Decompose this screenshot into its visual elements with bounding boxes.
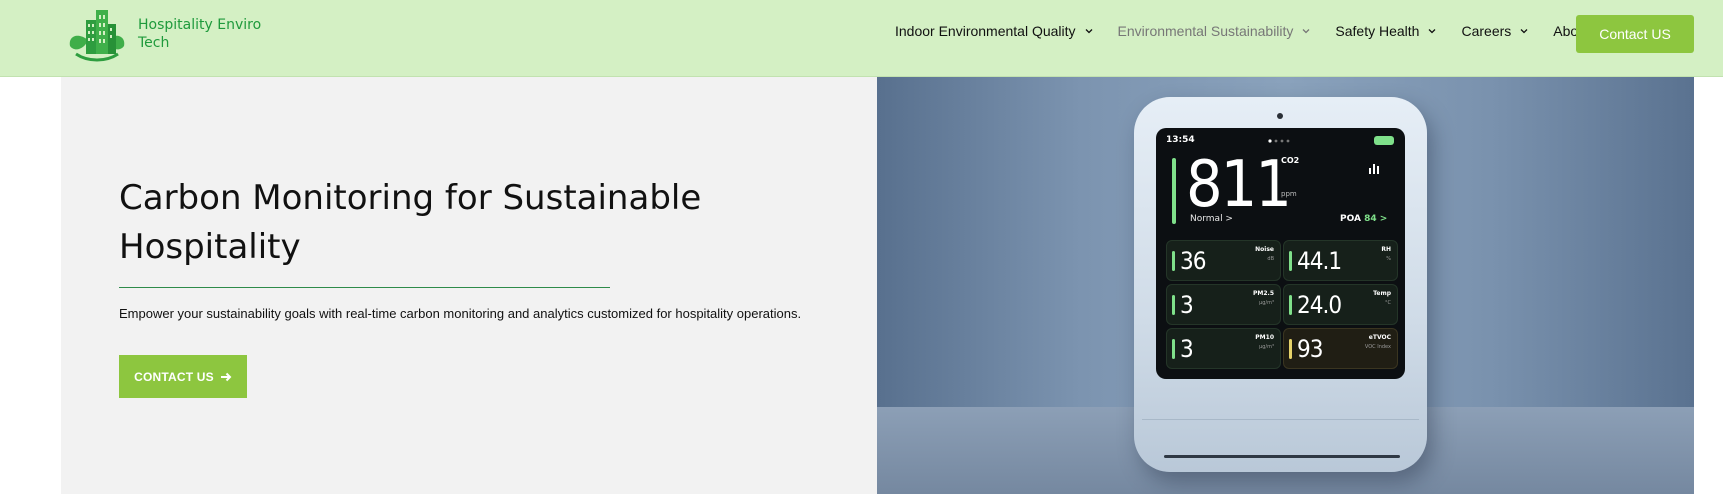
tile-value: 24.0 <box>1297 291 1342 319</box>
tile-unit: µg/m³ <box>1259 300 1274 306</box>
chevron-down-icon <box>1302 29 1310 34</box>
bar-chart-icon <box>1369 164 1379 174</box>
tile-value: 3 <box>1180 335 1194 363</box>
tile-bar <box>1289 339 1292 359</box>
arrow-right-icon <box>220 372 232 381</box>
nav-item-label: Careers <box>1461 23 1512 39</box>
nav-item-indoor-environmental-quality[interactable]: Indoor Environmental Quality <box>895 23 1094 39</box>
nav-item-safety-health[interactable]: Safety Health <box>1335 23 1437 39</box>
site-header: Hospitality Enviro Tech Indoor Environme… <box>0 0 1723 77</box>
main-nav: Indoor Environmental Quality Environment… <box>895 21 1611 41</box>
device-screen: 13:54 811 CO2 ppm Normal > POA 84 > 36 N… <box>1156 128 1405 379</box>
device-vent-slot <box>1164 455 1400 458</box>
poa-label: POA <box>1340 214 1361 224</box>
tile-etvoc: 93 eTVOC VOC Index <box>1283 328 1398 369</box>
hero-description: Empower your sustainability goals with r… <box>119 306 802 321</box>
brand-name-line1: Hospitality Enviro <box>138 17 262 33</box>
tile-label: RH <box>1381 246 1391 253</box>
co2-level-bar <box>1172 158 1176 224</box>
tile-unit: VOC Index <box>1364 344 1391 350</box>
co2-label: CO2 <box>1281 156 1300 165</box>
brand-name-line2: Tech <box>138 35 170 51</box>
tile-bar <box>1289 251 1292 271</box>
tile-label: Temp <box>1373 290 1391 297</box>
tile-value: 3 <box>1180 291 1194 319</box>
air-quality-device: 13:54 811 CO2 ppm Normal > POA 84 > 36 N… <box>1134 97 1427 472</box>
nav-item-environmental-sustainability[interactable]: Environmental Sustainability <box>1118 23 1312 39</box>
tile-bar <box>1289 295 1292 315</box>
tile-value: 93 <box>1297 335 1323 363</box>
nav-item-careers[interactable]: Careers <box>1461 23 1529 39</box>
contact-us-button[interactable]: Contact US <box>1576 15 1694 53</box>
tile-bar <box>1172 251 1175 271</box>
tile-label: eTVOC <box>1368 334 1391 341</box>
building-leaves-logo-icon <box>69 10 125 62</box>
brand-logo[interactable]: Hospitality Enviro Tech <box>66 6 266 62</box>
hero-divider <box>119 287 610 288</box>
chevron-down-icon <box>1429 29 1436 34</box>
tile-label: PM2.5 <box>1253 290 1274 297</box>
tile-bar <box>1172 295 1175 315</box>
device-camera <box>1277 113 1283 119</box>
tile-bar <box>1172 339 1175 359</box>
nav-item-label: Indoor Environmental Quality <box>895 23 1076 39</box>
hero-image-air-quality-monitor: 13:54 811 CO2 ppm Normal > POA 84 > 36 N… <box>877 77 1694 494</box>
tile-unit: % <box>1386 256 1391 262</box>
tile-unit: dB <box>1267 256 1274 262</box>
tile-value: 36 <box>1180 247 1206 275</box>
chevron-down-icon <box>1520 29 1528 34</box>
hero-section: Carbon Monitoring for Sustainable Hospit… <box>61 77 877 494</box>
poa-value: 84 > <box>1364 214 1388 224</box>
nav-item-label: Environmental Sustainability <box>1117 23 1294 39</box>
tile-label: Noise <box>1255 246 1274 253</box>
co2-unit: ppm <box>1281 190 1297 198</box>
page-dots-icon <box>1268 139 1290 143</box>
tile-unit: µg/m³ <box>1259 344 1274 350</box>
tile-pm25: 3 PM2.5 µg/m³ <box>1166 284 1281 325</box>
tile-rh: 44.1 RH % <box>1283 240 1398 281</box>
tile-temp: 24.0 Temp °C <box>1283 284 1398 325</box>
poa-readout: POA 84 > <box>1340 214 1387 224</box>
nav-item-label: Safety Health <box>1335 23 1420 39</box>
device-time: 13:54 <box>1166 135 1195 145</box>
battery-icon <box>1374 136 1394 145</box>
hero-contact-us-button[interactable]: CONTACT US <box>119 355 247 398</box>
co2-value: 811 <box>1186 148 1292 222</box>
hero-title: Carbon Monitoring for Sustainable Hospit… <box>119 178 702 267</box>
brand-name: Hospitality Enviro Tech <box>138 16 268 52</box>
tile-label: PM10 <box>1255 334 1274 341</box>
chevron-down-icon <box>1085 29 1093 34</box>
tile-unit: °C <box>1385 300 1391 306</box>
tile-value: 44.1 <box>1297 247 1342 275</box>
hero-cta-label: CONTACT US <box>134 369 214 384</box>
device-base-edge <box>1142 419 1419 420</box>
co2-status: Normal > <box>1190 214 1233 224</box>
tile-pm10: 3 PM10 µg/m³ <box>1166 328 1281 369</box>
tile-noise: 36 Noise dB <box>1166 240 1281 281</box>
